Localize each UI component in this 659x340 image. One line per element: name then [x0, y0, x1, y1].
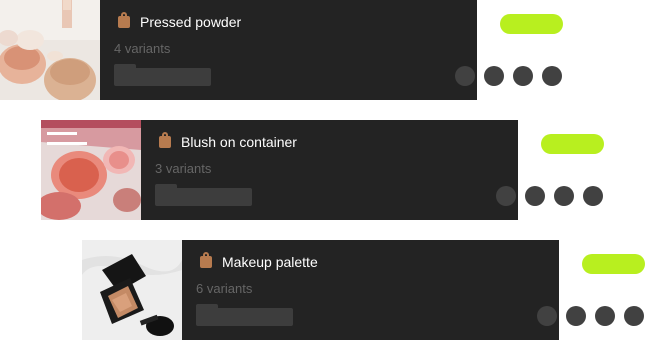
action-dots — [455, 66, 562, 86]
action-dot[interactable] — [455, 66, 475, 86]
shopping-bag-icon — [200, 252, 212, 268]
shopping-bag-icon — [159, 132, 171, 148]
product-name[interactable]: Pressed powder — [140, 14, 241, 30]
product-thumbnail — [41, 120, 141, 220]
product-card[interactable]: Makeup palette 6 variants — [82, 240, 645, 340]
action-dot[interactable] — [513, 66, 533, 86]
product-thumbnail — [82, 240, 182, 340]
folder-placeholder — [155, 184, 252, 206]
product-name[interactable]: Makeup palette — [222, 254, 318, 270]
action-dot[interactable] — [566, 306, 586, 326]
product-card[interactable]: Pressed powder 4 variants — [0, 0, 563, 100]
status-pill[interactable] — [582, 254, 645, 274]
variants-count: 6 variants — [196, 281, 253, 296]
product-card-body: Makeup palette 6 variants — [182, 240, 645, 340]
action-dot[interactable] — [583, 186, 603, 206]
action-dot[interactable] — [554, 186, 574, 206]
folder-placeholder — [196, 304, 293, 326]
product-thumbnail — [0, 0, 100, 100]
action-dot[interactable] — [537, 306, 557, 326]
product-card-body: Pressed powder 4 variants — [100, 0, 563, 100]
action-dots — [496, 186, 603, 206]
action-dot[interactable] — [624, 306, 644, 326]
product-card[interactable]: Blush on container 3 variants — [41, 120, 604, 220]
status-pill[interactable] — [500, 14, 563, 34]
action-dots — [537, 306, 644, 326]
folder-placeholder — [114, 64, 211, 86]
status-pill[interactable] — [541, 134, 604, 154]
product-name[interactable]: Blush on container — [181, 134, 297, 150]
action-dot[interactable] — [595, 306, 615, 326]
action-dot[interactable] — [525, 186, 545, 206]
variants-count: 4 variants — [114, 41, 171, 56]
variants-count: 3 variants — [155, 161, 212, 176]
product-card-body: Blush on container 3 variants — [141, 120, 604, 220]
shopping-bag-icon — [118, 12, 130, 28]
action-dot[interactable] — [496, 186, 516, 206]
action-dot[interactable] — [542, 66, 562, 86]
action-dot[interactable] — [484, 66, 504, 86]
